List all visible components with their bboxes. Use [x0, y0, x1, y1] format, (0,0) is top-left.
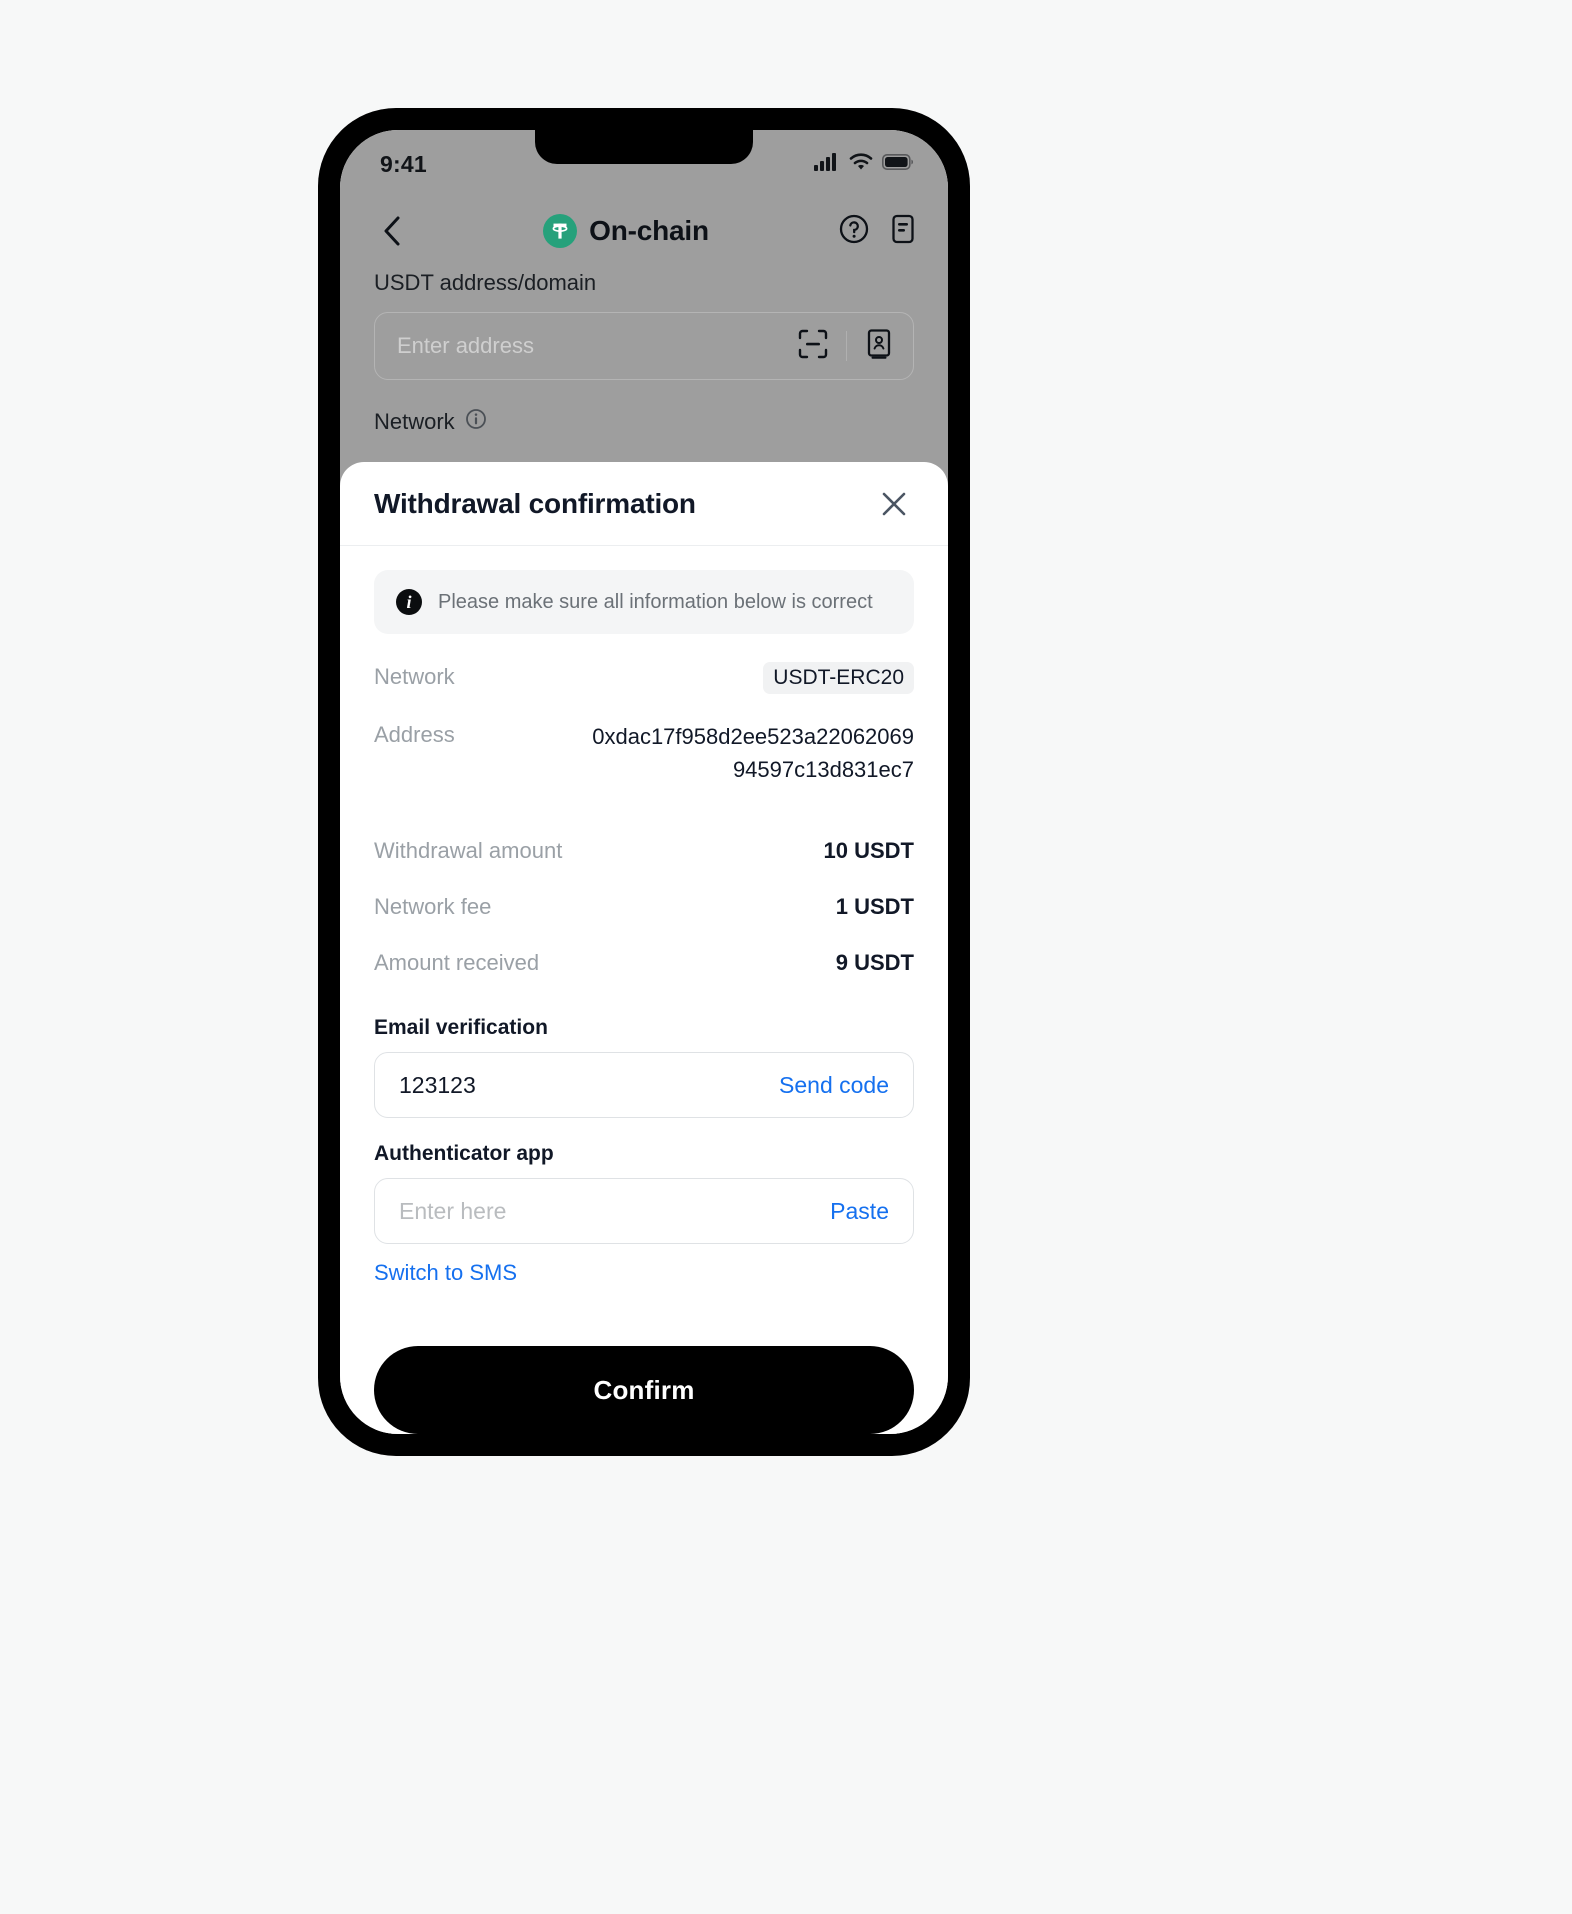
- navbar-actions: [838, 213, 918, 250]
- detail-value: 1 USDT: [835, 894, 914, 919]
- detail-label: Withdrawal amount: [374, 838, 563, 863]
- detail-label: Network fee: [374, 894, 492, 919]
- page-title: On-chain: [414, 214, 838, 248]
- network-badge: USDT-ERC20: [763, 662, 914, 694]
- info-circle-icon[interactable]: [465, 408, 487, 436]
- scan-qr-icon[interactable]: [798, 329, 828, 364]
- detail-row-withdrawal-amount: Withdrawal amount 10 USDT: [374, 836, 914, 866]
- authenticator-app-input[interactable]: Enter here Paste: [374, 1178, 914, 1244]
- device-notch: [535, 130, 753, 164]
- info-icon: i: [396, 589, 422, 615]
- page-title-text: On-chain: [589, 215, 709, 246]
- authenticator-app-label: Authenticator app: [374, 1142, 554, 1165]
- address-field-label: USDT address/domain: [374, 270, 597, 295]
- network-label-text: Network: [374, 409, 455, 434]
- email-verification-input[interactable]: 123123 Send code: [374, 1052, 914, 1118]
- detail-label: Address: [374, 722, 455, 747]
- detail-row-network: Network USDT-ERC20: [374, 662, 914, 694]
- back-chevron-icon[interactable]: [370, 209, 414, 253]
- app-navbar: On-chain: [340, 196, 948, 266]
- address-input[interactable]: Enter address: [374, 312, 914, 380]
- document-list-icon[interactable]: [888, 213, 918, 250]
- detail-row-address: Address 0xdac17f958d2ee523a2206206994597…: [374, 720, 914, 786]
- address-input-placeholder: Enter address: [397, 333, 534, 358]
- address-book-icon[interactable]: [865, 328, 893, 365]
- status-bar-icons: [814, 152, 914, 176]
- info-banner: i Please make sure all information below…: [374, 570, 914, 634]
- paste-button[interactable]: Paste: [830, 1198, 889, 1225]
- withdrawal-confirmation-modal: Withdrawal confirmation i Please make su…: [340, 462, 948, 1434]
- battery-icon: [882, 153, 914, 175]
- tether-logo-icon: [543, 214, 578, 248]
- phone-screen: 9:41 On-chain USDT address/domain Enter …: [340, 130, 948, 1434]
- detail-label: Network: [374, 664, 455, 689]
- email-verification-label: Email verification: [374, 1016, 548, 1039]
- network-field-label: Network: [374, 408, 914, 436]
- confirm-button[interactable]: Confirm: [374, 1346, 914, 1434]
- modal-body: i Please make sure all information below…: [340, 546, 948, 1324]
- detail-value: 10 USDT: [823, 838, 914, 863]
- field-divider: [846, 331, 847, 361]
- close-icon[interactable]: [872, 482, 916, 526]
- help-circle-icon[interactable]: [838, 213, 870, 250]
- status-bar-time: 9:41: [380, 150, 427, 177]
- modal-footer: Confirm: [340, 1324, 948, 1434]
- withdraw-form: USDT address/domain Enter address Networ…: [340, 270, 948, 436]
- detail-row-amount-received: Amount received 9 USDT: [374, 948, 914, 978]
- detail-row-network-fee: Network fee 1 USDT: [374, 892, 914, 922]
- detail-value-address: 0xdac17f958d2ee523a2206206994597c13d831e…: [592, 724, 914, 782]
- phone-frame: 9:41 On-chain USDT address/domain Enter …: [318, 108, 970, 1456]
- switch-to-sms-link[interactable]: Switch to SMS: [374, 1260, 517, 1286]
- authenticator-app-placeholder: Enter here: [399, 1197, 507, 1224]
- home-indicator[interactable]: [558, 1409, 730, 1417]
- modal-header: Withdrawal confirmation: [340, 462, 948, 546]
- email-verification-value: 123123: [399, 1071, 476, 1098]
- wifi-icon: [849, 152, 873, 176]
- info-banner-text: Please make sure all information below i…: [438, 590, 873, 613]
- detail-value: 9 USDT: [835, 950, 914, 975]
- modal-title: Withdrawal confirmation: [374, 487, 696, 519]
- cellular-signal-icon: [814, 152, 840, 176]
- screenshot-stage: 9:41 On-chain USDT address/domain Enter …: [0, 0, 1572, 1914]
- detail-label: Amount received: [374, 950, 540, 975]
- send-code-button[interactable]: Send code: [779, 1072, 889, 1099]
